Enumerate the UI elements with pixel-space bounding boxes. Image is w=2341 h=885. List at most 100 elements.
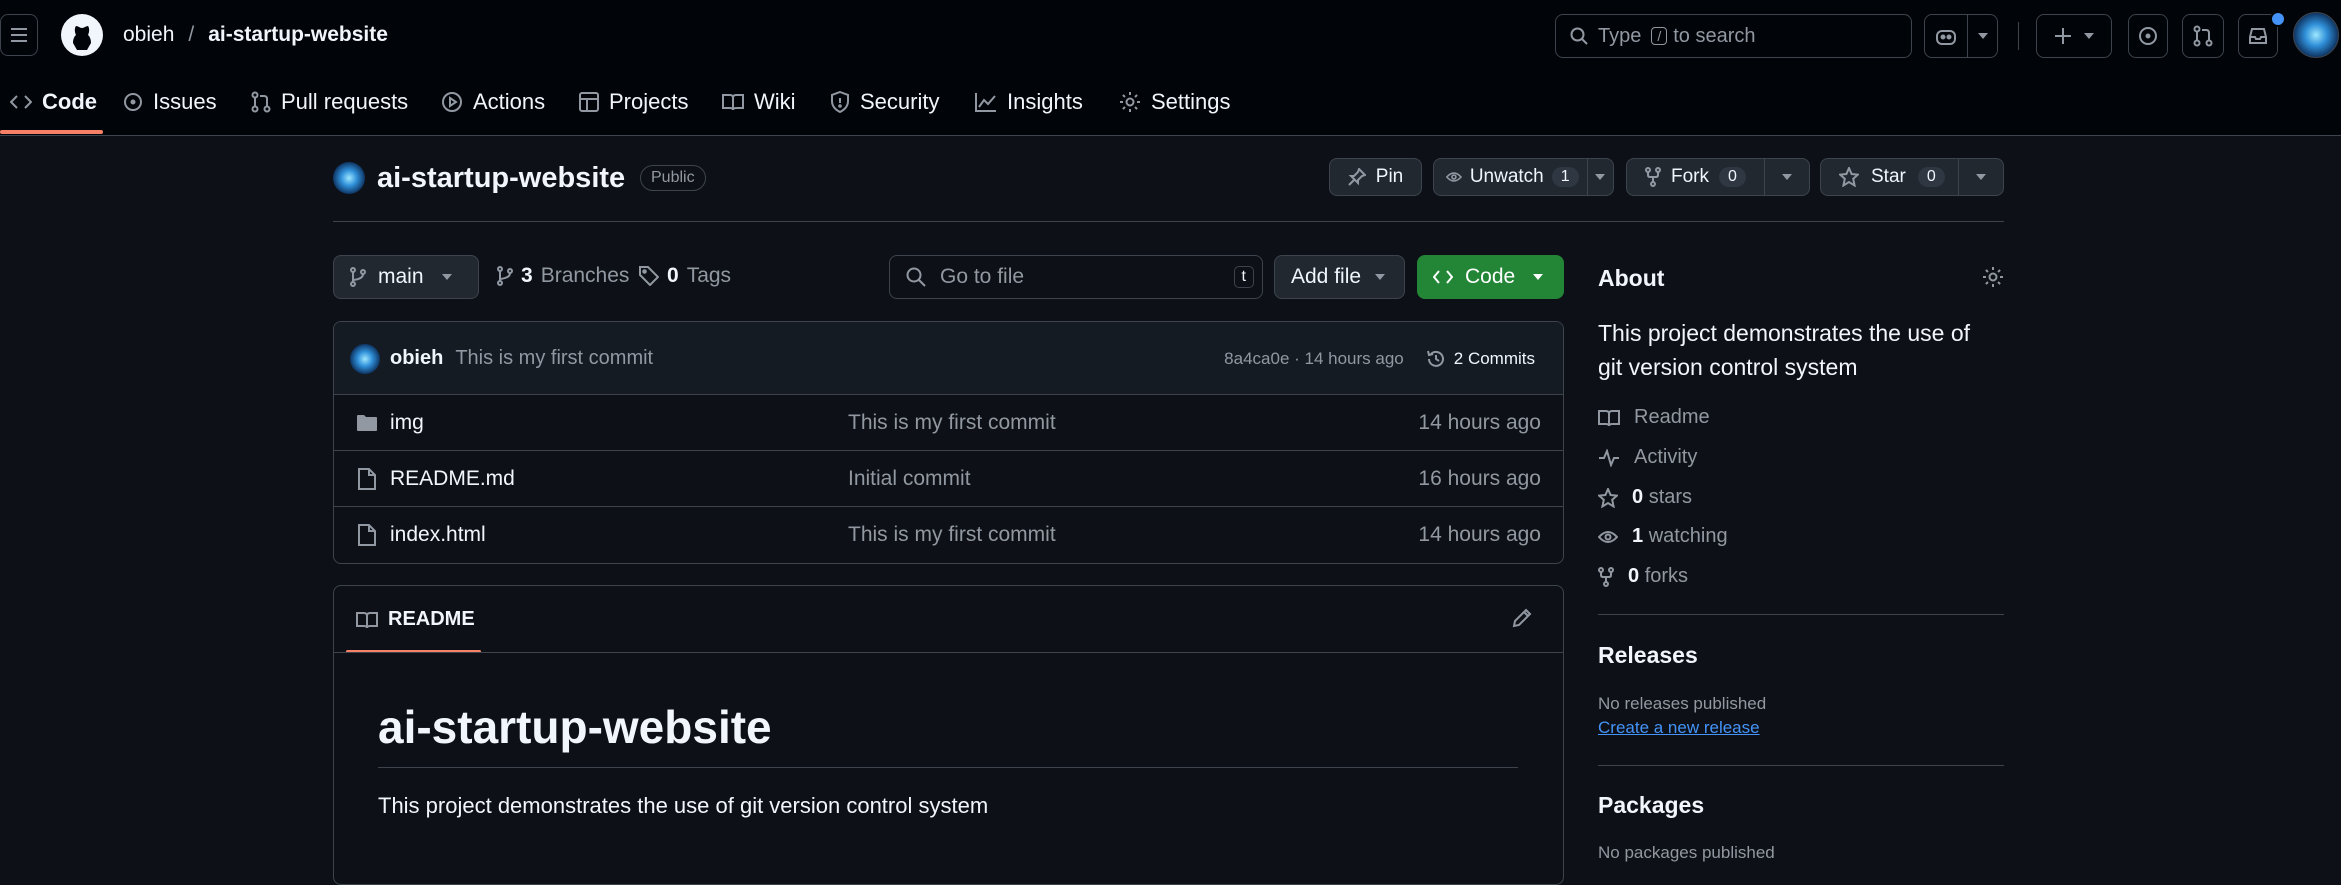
menu-button[interactable] [0,14,38,56]
tab-wiki[interactable]: Wiki [722,82,796,122]
tags-label: Tags [686,264,732,287]
branches-label: Branches [540,264,630,287]
pull-requests-button[interactable] [2182,14,2224,58]
book-icon [356,611,378,628]
search-input[interactable]: Type / to search [1555,14,1912,58]
packages-heading[interactable]: Packages [1598,792,1704,819]
search-icon [1570,27,1588,45]
stars-link[interactable]: 0 stars [1598,486,1692,509]
gear-icon [1120,92,1140,112]
create-release-link[interactable]: Create a new release [1598,718,1760,738]
pin-button[interactable]: Pin [1329,158,1422,196]
star-icon [1839,167,1859,187]
create-new-button[interactable] [2036,14,2112,58]
tab-settings[interactable]: Settings [1119,82,1231,122]
branch-selector[interactable]: main [333,255,479,299]
file-name[interactable]: img [390,411,848,435]
search-suffix: to search [1673,24,1756,47]
commit-author[interactable]: obieh [390,347,443,370]
file-name[interactable]: README.md [390,467,848,491]
file-commit-message[interactable]: This is my first commit [848,523,1208,547]
about-settings-button[interactable] [1982,266,2004,288]
forks-link[interactable]: 0 forks [1598,565,1688,588]
fork-icon [1598,566,1614,587]
chevron-down-icon [441,274,452,280]
tab-projects[interactable]: Projects [579,82,688,122]
star-label: Star [1871,166,1906,187]
chevron-down-icon[interactable] [1586,159,1613,195]
readme-tab-label: README [388,608,475,630]
user-avatar[interactable] [2293,12,2339,58]
releases-heading[interactable]: Releases [1598,642,1698,669]
fork-count: 0 [1719,167,1746,187]
chevron-down-icon[interactable] [1958,159,2003,195]
chevron-down-icon[interactable] [1764,159,1809,195]
unwatch-button[interactable]: Unwatch 1 [1433,158,1614,196]
commit-author-avatar [350,343,380,374]
commits-link[interactable]: 2 Commits [1426,349,1535,369]
github-logo[interactable] [60,13,104,57]
active-tab-underline [0,130,103,134]
table-row[interactable]: README.md Initial commit 16 hours ago [334,450,1563,507]
star-icon [1598,487,1618,508]
readme-tab[interactable]: README [356,608,475,631]
repo-link[interactable]: ai-startup-website [208,23,388,47]
tab-pull-requests[interactable]: Pull requests [251,82,408,122]
copilot-button[interactable] [1924,14,1998,58]
forks-count: 0 [1628,565,1640,587]
tab-security[interactable]: Security [830,82,939,122]
table-icon [579,92,599,112]
breadcrumb-separator: / [188,23,195,46]
forks-label: forks [1644,565,1689,587]
history-icon [1426,350,1444,367]
edit-readme-button[interactable] [1512,608,1532,628]
owner-link[interactable]: obieh [123,23,174,47]
tags-link[interactable]: 0 Tags [639,264,731,288]
add-file-button[interactable]: Add file [1274,255,1405,299]
shield-icon [831,91,849,113]
chevron-down-icon[interactable] [1967,15,1997,57]
star-count: 0 [1917,167,1945,187]
repo-title[interactable]: ai-startup-website [377,162,625,195]
book-icon [1598,409,1620,426]
file-name[interactable]: index.html [390,523,848,547]
about-heading: About [1598,265,1665,291]
code-button-label: Code [1465,265,1516,288]
chevron-down-icon [1533,274,1544,280]
title-divider [333,221,2004,222]
plus-icon [2055,28,2071,44]
file-time: 14 hours ago [1418,523,1541,546]
readme-title-divider [378,767,1518,768]
file-time: 16 hours ago [1418,467,1541,490]
tab-actions[interactable]: Actions [441,82,545,122]
commit-meta[interactable]: 8a4ca0e · 14 hours ago [1224,349,1404,369]
header-divider [2018,22,2019,50]
tab-code[interactable]: Code [10,82,97,122]
tab-insights[interactable]: Insights [975,82,1083,122]
notification-dot [2270,11,2286,27]
watching-link[interactable]: 1 watching [1598,525,1728,548]
fork-button[interactable]: Fork 0 [1626,158,1810,196]
readme-header-divider [334,652,1563,653]
tab-issues[interactable]: Issues [123,82,217,122]
branches-link[interactable]: 3 Branches [497,264,629,288]
code-button[interactable]: Code [1417,255,1564,299]
activity-link[interactable]: Activity [1598,446,1697,469]
table-row[interactable]: img This is my first commit 14 hours ago [334,394,1563,451]
issues-button[interactable] [2128,14,2168,58]
inbox-icon [2249,28,2267,44]
tab-projects-label: Projects [609,89,689,114]
latest-commit-bar: obieh This is my first commit 8a4ca0e · … [334,322,1563,395]
star-button[interactable]: Star 0 [1820,158,2004,196]
file-commit-message[interactable]: Initial commit [848,467,1208,491]
readme-link[interactable]: Readme [1598,406,1710,429]
folder-icon [357,415,377,431]
table-row[interactable]: index.html This is my first commit 14 ho… [334,506,1563,563]
commits-label: 2 Commits [1453,348,1535,368]
releases-divider [1598,765,2004,766]
go-to-file-input[interactable]: Go to file t [889,255,1263,299]
file-commit-message[interactable]: This is my first commit [848,411,1208,435]
pull-request-icon [251,91,271,113]
commit-message[interactable]: This is my first commit [455,347,653,370]
file-time: 14 hours ago [1418,411,1541,434]
